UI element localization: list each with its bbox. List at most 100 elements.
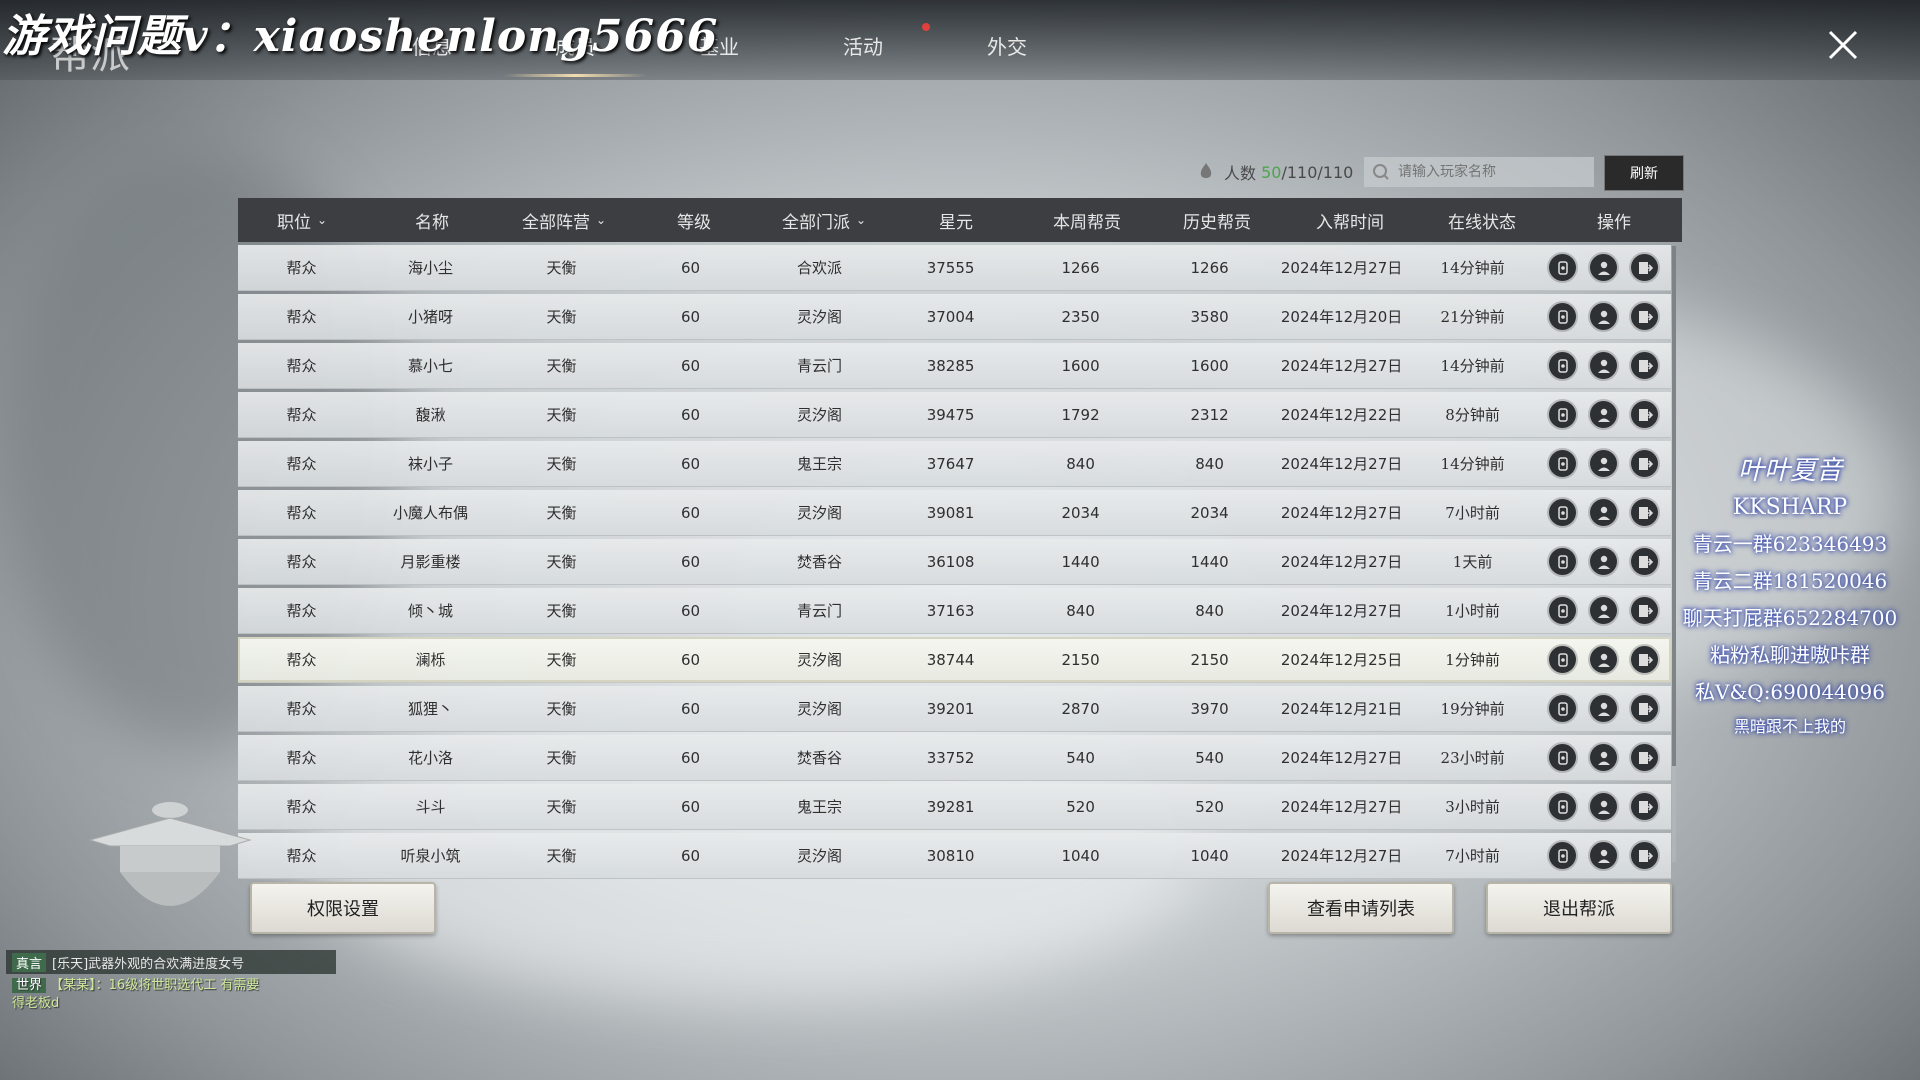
column-header[interactable]: 全部阵营 ⌄ [498,208,630,233]
column-header-label: 在线状态 [1448,212,1516,233]
tab-activities[interactable]: 活动 [791,32,935,74]
leave-guild-button[interactable]: 退出帮派 [1486,882,1672,934]
notification-dot [922,23,930,31]
kick-icon[interactable] [1631,450,1659,477]
cell-name: 小魔人布偶 [393,504,469,522]
table-row[interactable]: 帮众 慕小七 天衡 60 青云门 38285 1600 1600 2024年12月27日 14分钟… [238,343,1671,389]
search-input[interactable] [1396,163,1590,181]
permissions-button[interactable]: 权限设置 [250,882,436,934]
gift-icon[interactable] [1549,695,1577,722]
kick-icon[interactable] [1631,744,1659,771]
gift-icon[interactable] [1549,254,1577,281]
table-row[interactable]: 帮众 小魔人布偶 天衡 60 灵汐阁 39081 2034 2034 2024年12月27日 7小… [238,490,1671,536]
overlay-group-1: 青云一群623346493 [1692,532,1888,556]
kick-icon[interactable] [1631,352,1659,379]
row-actions [1536,450,1671,477]
table-row[interactable]: 帮众 馥湫 天衡 60 灵汐阁 39475 1792 2312 2024年12月22日 8分钟前 [238,392,1671,438]
column-header[interactable]: 职位 ⌄ [238,208,366,233]
gift-icon[interactable] [1549,499,1577,526]
cell-pos: 帮众 [286,504,317,522]
kick-icon[interactable] [1631,793,1659,820]
refresh-button[interactable]: 刷新 [1604,155,1684,191]
table-row[interactable]: 帮众 倾丶城 天衡 60 青云门 37163 840 840 2024年12月27日 1小时前 [238,588,1671,634]
table-row[interactable]: 帮众 澜栎 天衡 60 灵汐阁 38744 2150 2150 2024年12月25日 1分钟前 [238,637,1671,683]
table-row[interactable]: 帮众 海小尘 天衡 60 合欢派 37555 1266 1266 2024年12月27日 14分钟… [238,245,1671,291]
cell-week: 840 [1066,454,1095,473]
kick-icon[interactable] [1631,254,1659,281]
search-box[interactable] [1364,157,1594,187]
close-icon [1828,30,1858,60]
profile-icon[interactable] [1590,597,1618,624]
cell-sect: 青云门 [797,357,843,375]
profile-icon[interactable] [1590,401,1618,428]
kick-icon[interactable] [1631,842,1659,869]
table-row[interactable]: 帮众 花小洛 天衡 60 焚香谷 33752 540 540 2024年12月27日 23小时前 [238,735,1671,781]
gift-icon[interactable] [1549,597,1577,624]
cell-join: 2024年12月27日 [1280,847,1403,865]
profile-icon[interactable] [1590,646,1618,673]
kick-icon[interactable] [1631,401,1659,428]
chat-panel[interactable]: 真言 [乐天]武器外观的合欢满进度女号 世界 【某某】：16级将世职选代工 有需… [6,950,336,1016]
profile-icon[interactable] [1590,842,1618,869]
cell-sect: 灵汐阁 [797,651,843,669]
member-icon [1200,163,1212,178]
cell-sect: 合欢派 [797,259,843,277]
kick-icon[interactable] [1631,548,1659,575]
profile-icon[interactable] [1590,303,1618,330]
cell-hist: 1600 [1190,356,1229,375]
chevron-down-icon: ⌄ [855,213,867,227]
gift-icon[interactable] [1549,548,1577,575]
overlay-handle: KKSHARP [1732,495,1848,520]
cell-online: 7小时前 [1445,504,1500,522]
cell-pos: 帮众 [286,357,317,375]
profile-icon[interactable] [1590,352,1618,379]
gift-icon[interactable] [1549,646,1577,673]
cell-pos: 帮众 [286,749,317,767]
search-icon [1373,164,1389,180]
cell-star: 38744 [926,650,975,669]
table-row[interactable]: 帮众 小猪呀 天衡 60 灵汐阁 37004 2350 3580 2024年12月20日 21分钟… [238,294,1671,340]
profile-icon[interactable] [1590,744,1618,771]
cell-star: 39201 [926,699,975,718]
table-row[interactable]: 帮众 狐狸丶 天衡 60 灵汐阁 39201 2870 3970 2024年12月21日 19分钟… [238,686,1671,732]
gift-icon[interactable] [1549,352,1577,379]
table-row[interactable]: 帮众 袜小子 天衡 60 鬼王宗 37647 840 840 2024年12月27日 14分钟前 [238,441,1671,487]
profile-icon[interactable] [1590,793,1618,820]
cell-name: 月影重楼 [400,553,461,571]
kick-icon[interactable] [1631,646,1659,673]
cell-hist: 3580 [1190,307,1229,326]
tab-diplomacy[interactable]: 外交 [935,32,1079,74]
column-header: 本周帮贡 [1022,208,1152,233]
gift-icon[interactable] [1549,842,1577,869]
gift-icon[interactable] [1549,401,1577,428]
column-header[interactable]: 全部门派 ⌄ [758,208,890,233]
chat-world-message-cont: 得老板d [12,996,60,1011]
profile-icon[interactable] [1590,254,1618,281]
profile-icon[interactable] [1590,695,1618,722]
gift-icon[interactable] [1549,450,1577,477]
cell-star: 39281 [926,797,975,816]
kick-icon[interactable] [1631,303,1659,330]
member-count: 人数 50/110/110 [1196,160,1353,184]
view-applications-button[interactable]: 查看申请列表 [1268,882,1454,934]
gift-icon[interactable] [1549,303,1577,330]
profile-icon[interactable] [1590,548,1618,575]
close-button[interactable] [1820,22,1866,68]
table-row[interactable]: 帮众 斗斗 天衡 60 鬼王宗 39281 520 520 2024年12月27日 3小时前 [238,784,1671,830]
profile-icon[interactable] [1590,450,1618,477]
cell-star: 39475 [926,405,975,424]
column-header-label: 等级 [677,212,711,233]
table-row[interactable]: 帮众 听泉小筑 天衡 60 灵汐阁 30810 1040 1040 2024年12月27日 7小时… [238,833,1671,879]
profile-icon[interactable] [1590,499,1618,526]
gift-icon[interactable] [1549,744,1577,771]
kick-icon[interactable] [1631,695,1659,722]
kick-icon[interactable] [1631,499,1659,526]
gift-icon[interactable] [1549,793,1577,820]
chat-line: 真言 [乐天]武器外观的合欢满进度女号 [6,950,336,974]
member-count-current: 50 [1261,162,1282,182]
row-actions [1536,352,1671,379]
table-row[interactable]: 帮众 月影重楼 天衡 60 焚香谷 36108 1440 1440 2024年12月27日 1天前 [238,539,1671,585]
cell-name: 澜栎 [415,651,446,669]
cell-level: 60 [681,503,701,522]
kick-icon[interactable] [1631,597,1659,624]
